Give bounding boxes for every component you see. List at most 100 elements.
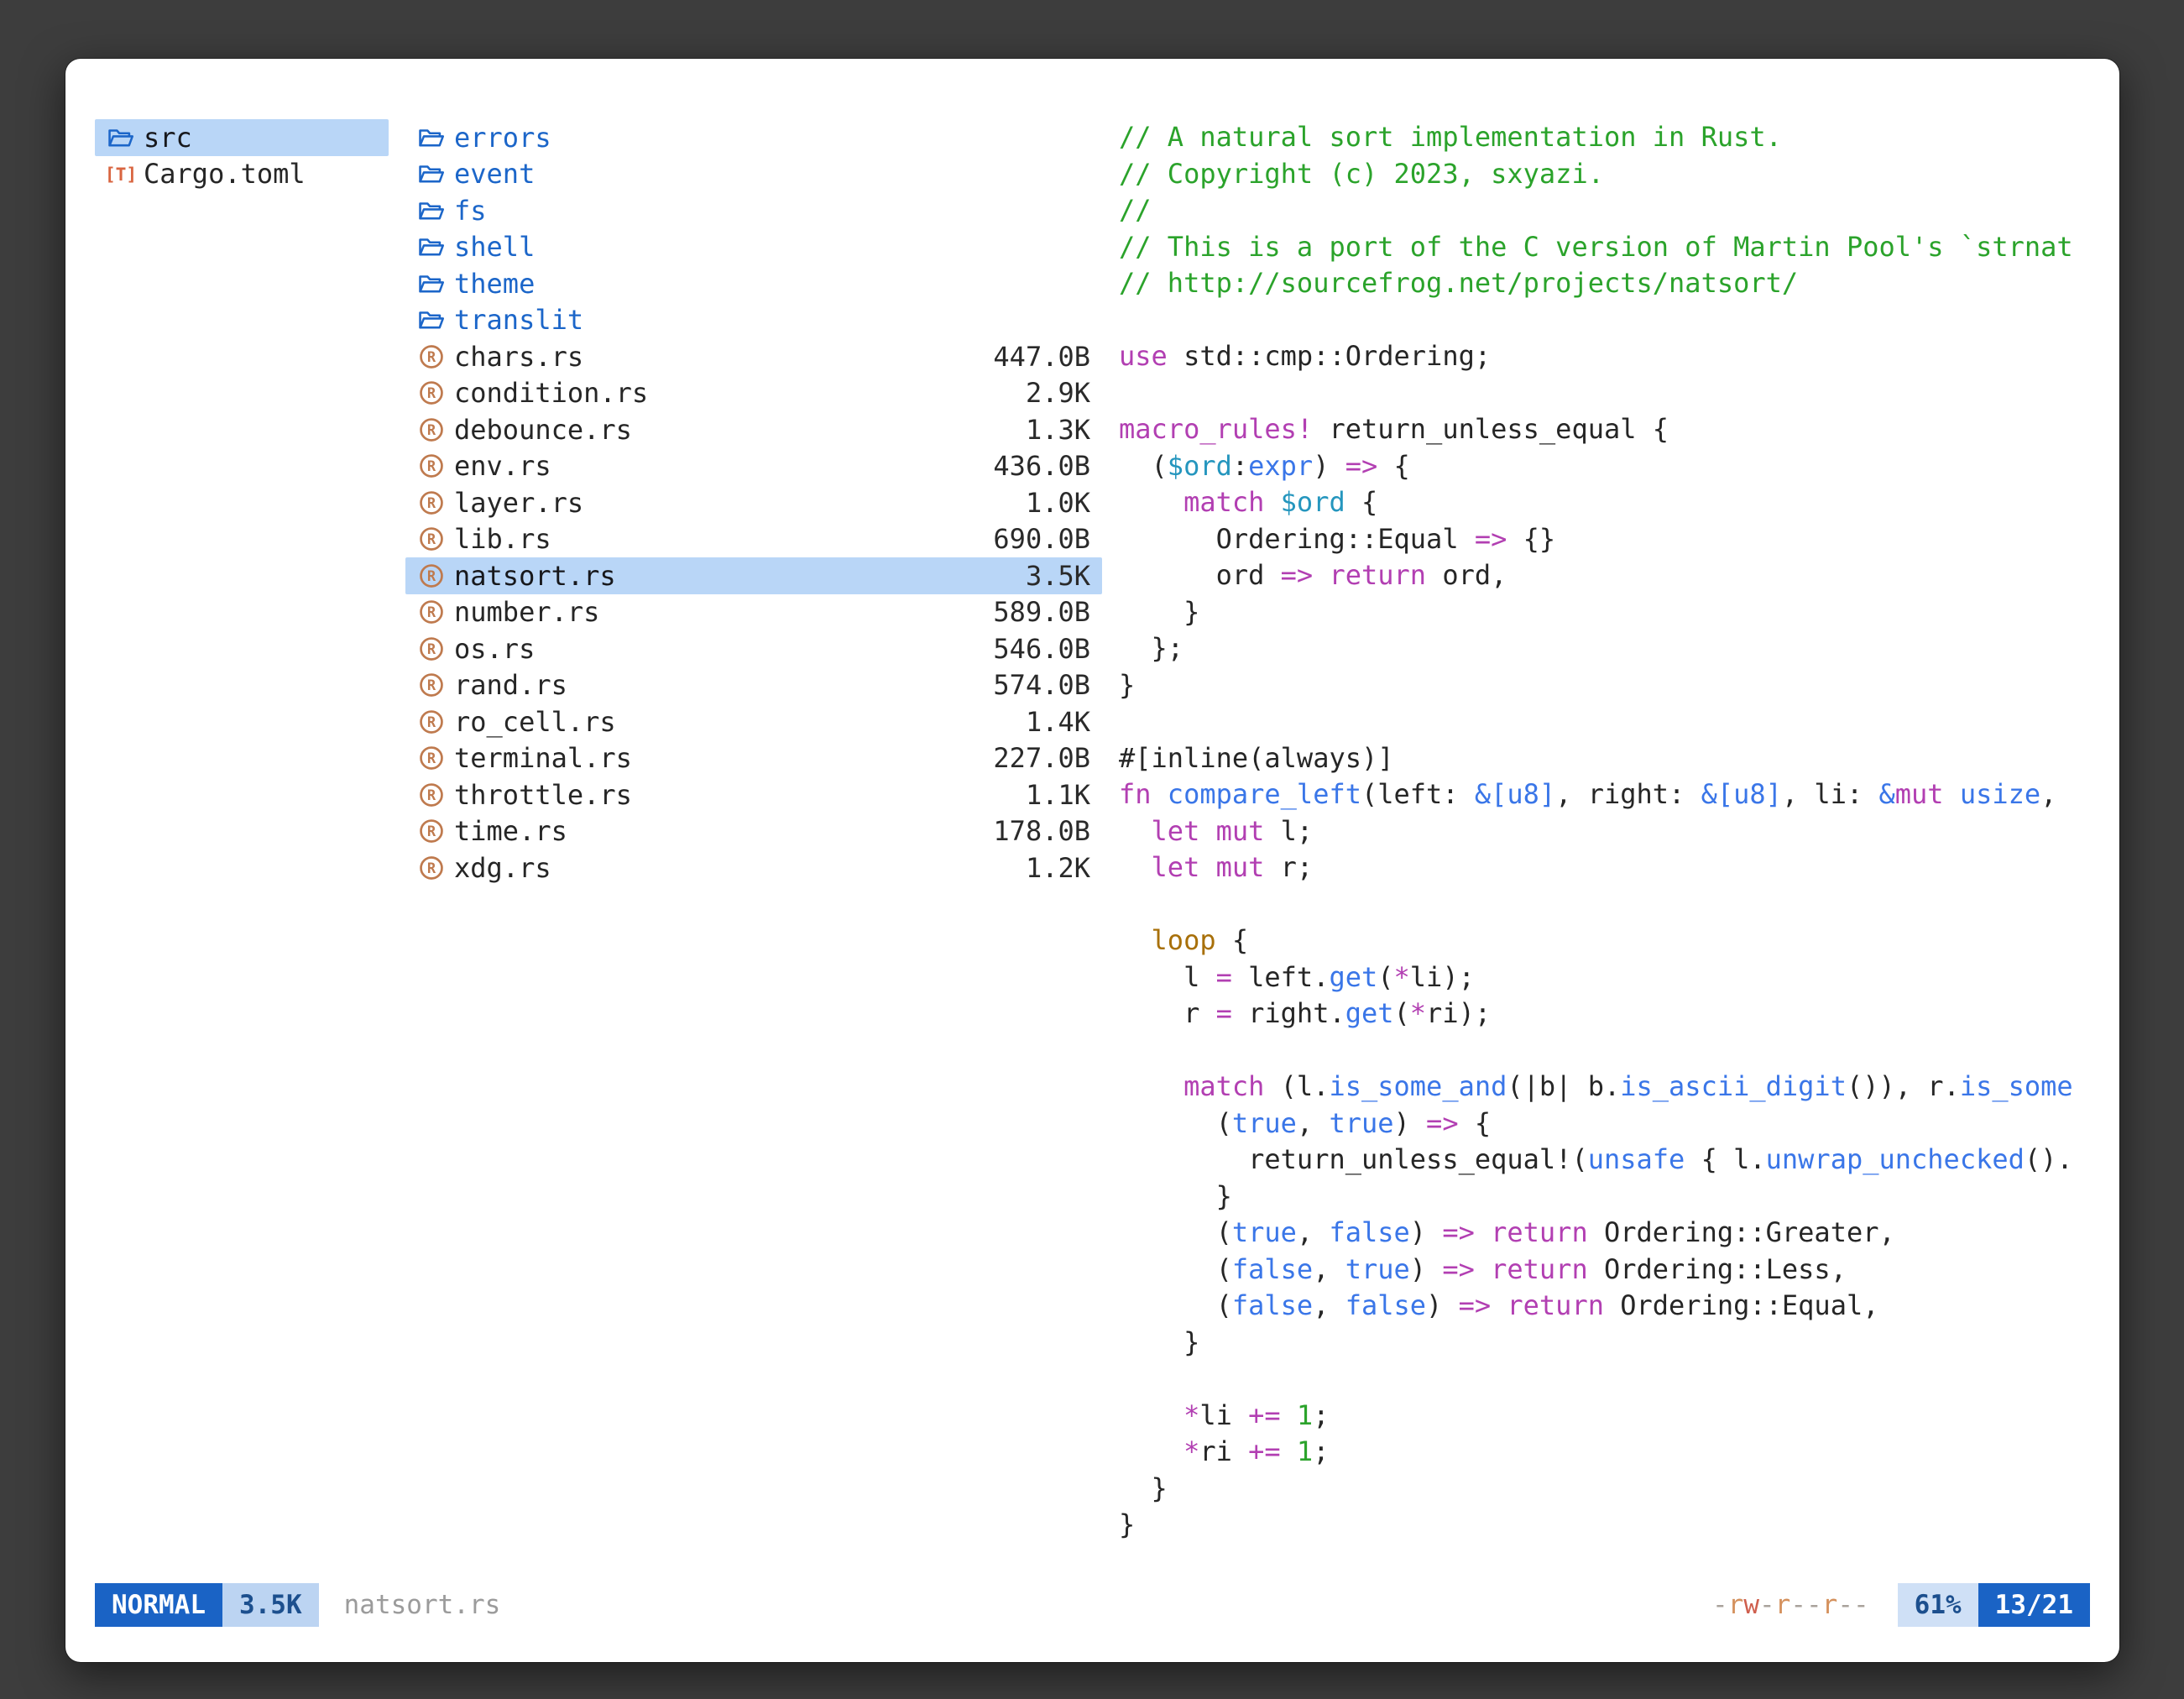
code-line: #[inline(always)]: [1119, 740, 2090, 777]
code-line: Ordering::Equal => {}: [1119, 521, 2090, 558]
code-line: // http://sourcefrog.net/projects/natsor…: [1119, 265, 2090, 302]
folder-open-icon: [417, 269, 446, 298]
svg-text:R: R: [427, 714, 436, 731]
dir-row[interactable]: errors: [405, 119, 1102, 156]
rust-icon: R: [417, 525, 446, 553]
folder-open-icon: [417, 233, 446, 261]
svg-text:[T]: [T]: [107, 165, 135, 186]
code-line: //: [1119, 192, 2090, 229]
code-line: [1119, 1361, 2090, 1398]
entry-name: natsort.rs: [454, 560, 1009, 592]
file-row[interactable]: [T]Cargo.toml: [95, 156, 389, 193]
svg-text:R: R: [427, 495, 436, 512]
code-line: r = right.get(*ri);: [1119, 996, 2090, 1032]
code-line: (true, false) => return Ordering::Greate…: [1119, 1215, 2090, 1252]
svg-text:R: R: [427, 604, 436, 621]
file-row[interactable]: Renv.rs436.0B: [405, 448, 1102, 485]
code-line: (false, false) => return Ordering::Equal…: [1119, 1288, 2090, 1325]
parent-pane: src[T]Cargo.toml: [95, 119, 389, 1571]
svg-text:R: R: [427, 823, 436, 840]
status-filename: natsort.rs: [344, 1590, 501, 1620]
code-line: }: [1119, 1471, 2090, 1508]
entry-name: condition.rs: [454, 377, 1009, 409]
rust-icon: R: [417, 671, 446, 699]
code-line: }: [1119, 594, 2090, 631]
scroll-percent-badge: 61%: [1898, 1583, 1978, 1627]
entry-size: 3.5K: [1026, 560, 1090, 592]
dir-row[interactable]: shell: [405, 229, 1102, 266]
file-row[interactable]: Rtime.rs 178.0B: [405, 813, 1102, 850]
entry-size: 690.0B: [993, 523, 1090, 555]
entry-name: time.rs: [454, 815, 976, 847]
entry-name: os.rs: [454, 633, 976, 665]
code-line: // A natural sort implementation in Rust…: [1119, 119, 2090, 156]
dir-row[interactable]: fs: [405, 192, 1102, 229]
file-row[interactable]: Rcondition.rs2.9K: [405, 375, 1102, 412]
svg-text:R: R: [427, 750, 436, 767]
entry-size: 574.0B: [993, 669, 1090, 701]
entry-name: xdg.rs: [454, 852, 1009, 884]
file-size-badge: 3.5K: [222, 1583, 319, 1627]
code-line: macro_rules! return_unless_equal {: [1119, 411, 2090, 448]
dir-row[interactable]: src: [95, 119, 389, 156]
file-row[interactable]: Rdebounce.rs1.3K: [405, 411, 1102, 448]
rust-icon: R: [417, 781, 446, 809]
file-row[interactable]: Rlayer.rs1.0K: [405, 484, 1102, 521]
entry-name: rand.rs: [454, 669, 976, 701]
entry-size: 1.3K: [1026, 414, 1090, 446]
svg-text:R: R: [427, 422, 436, 439]
entry-size: 227.0B: [993, 742, 1090, 774]
file-row[interactable]: Rnatsort.rs3.5K: [405, 557, 1102, 594]
folder-open-icon: [417, 306, 446, 334]
preview-pane[interactable]: // A natural sort implementation in Rust…: [1119, 119, 2090, 1571]
mode-indicator: NORMAL: [95, 1583, 222, 1627]
rust-icon: R: [417, 489, 446, 517]
code-line: }: [1119, 1325, 2090, 1362]
entry-size: 447.0B: [993, 341, 1090, 373]
entry-size: 1.1K: [1026, 779, 1090, 811]
dir-row[interactable]: translit: [405, 302, 1102, 339]
rust-icon: R: [417, 708, 446, 736]
file-row[interactable]: Rxdg.rs 1.2K: [405, 850, 1102, 886]
entry-name: chars.rs: [454, 341, 976, 373]
file-row[interactable]: Rro_cell.rs1.4K: [405, 703, 1102, 740]
code-line: *li += 1;: [1119, 1398, 2090, 1435]
dir-row[interactable]: event: [405, 156, 1102, 193]
code-line: fn compare_left(left: &[u8], right: &[u8…: [1119, 776, 2090, 813]
entry-size: 589.0B: [993, 596, 1090, 628]
code-line: let mut r;: [1119, 850, 2090, 886]
file-row[interactable]: Rthrottle.rs1.1K: [405, 776, 1102, 813]
folder-open-icon: [417, 159, 446, 188]
file-row[interactable]: Rnumber.rs589.0B: [405, 594, 1102, 631]
file-row[interactable]: Rlib.rs 690.0B: [405, 521, 1102, 558]
rust-icon: R: [417, 744, 446, 772]
svg-text:R: R: [427, 860, 436, 877]
entry-size: 1.0K: [1026, 487, 1090, 519]
file-row[interactable]: Rterminal.rs227.0B: [405, 740, 1102, 777]
cursor-position-badge: 13/21: [1978, 1583, 2090, 1627]
code-line: loop {: [1119, 923, 2090, 959]
file-row[interactable]: Ros.rs 546.0B: [405, 630, 1102, 667]
file-row[interactable]: Rrand.rs 574.0B: [405, 667, 1102, 704]
folder-open-icon: [107, 123, 135, 152]
code-line: l = left.get(*li);: [1119, 959, 2090, 996]
file-row[interactable]: Rchars.rs447.0B: [405, 338, 1102, 375]
code-line: [1119, 1032, 2090, 1069]
status-right-group: -rw-r--r-- 61% 13/21: [1712, 1583, 2090, 1627]
rust-icon: R: [417, 854, 446, 882]
code-line: [1119, 302, 2090, 339]
status-left-group: NORMAL 3.5K natsort.rs: [95, 1583, 500, 1627]
code-line: // This is a port of the C version of Ma…: [1119, 229, 2090, 266]
dir-row[interactable]: theme: [405, 265, 1102, 302]
code-line: [1119, 703, 2090, 740]
svg-text:R: R: [427, 641, 436, 658]
entry-size: 178.0B: [993, 815, 1090, 847]
folder-open-icon: [417, 196, 446, 225]
entry-size: 546.0B: [993, 633, 1090, 665]
rust-icon: R: [417, 416, 446, 444]
entry-name: lib.rs: [454, 523, 976, 555]
status-bar: NORMAL 3.5K natsort.rs -rw-r--r-- 61% 13…: [95, 1583, 2090, 1627]
svg-text:R: R: [427, 787, 436, 804]
entry-size: 1.2K: [1026, 852, 1090, 884]
code-line: match (l.is_some_and(|b| b.is_ascii_digi…: [1119, 1069, 2090, 1106]
